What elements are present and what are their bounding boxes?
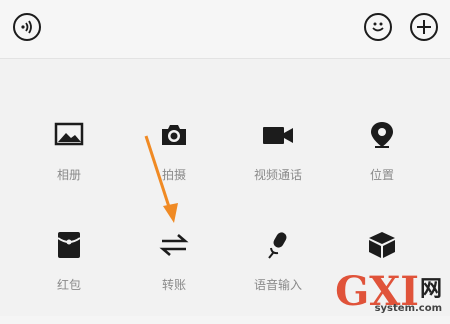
watermark: GXI 网 system.com (335, 272, 442, 315)
watermark-sub: system.com (374, 303, 442, 314)
watermark-net: 网 (419, 277, 442, 302)
